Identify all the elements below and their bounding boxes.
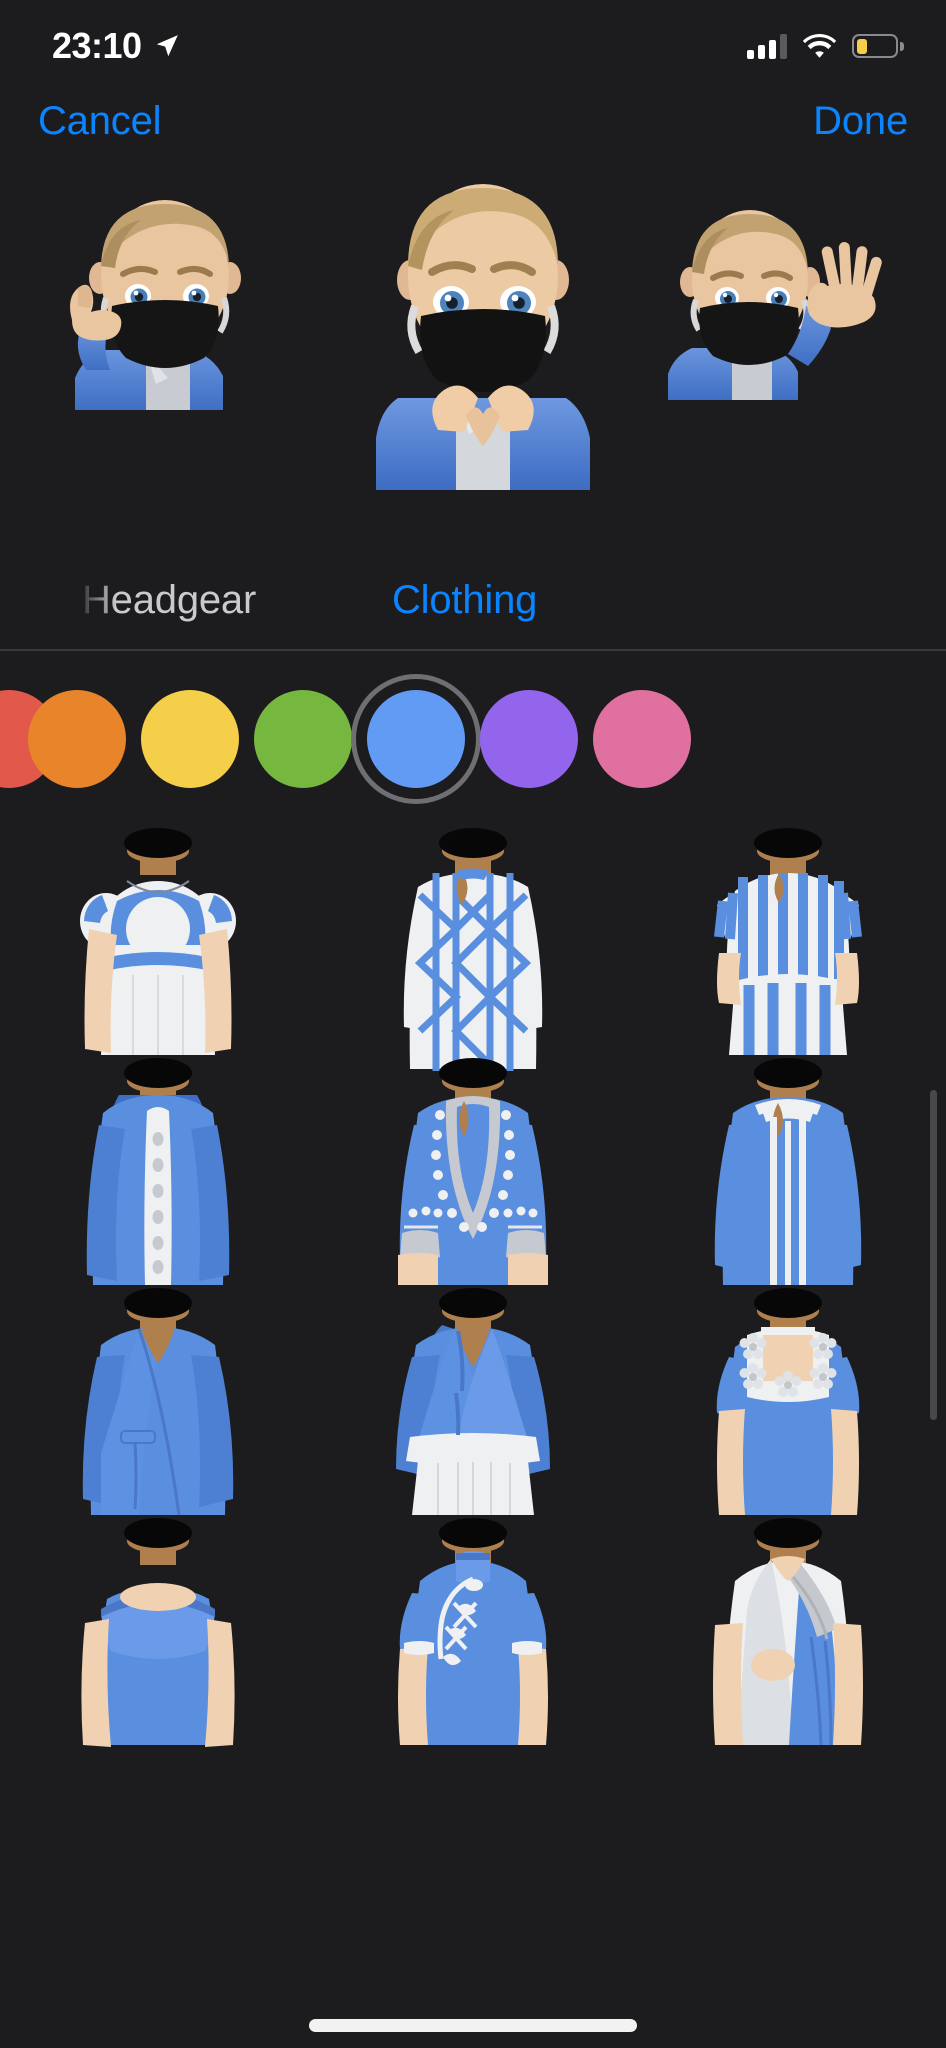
- clothing-striped-dress-thumbnail: [714, 828, 863, 1055]
- clothing-cheongsam-thumbnail: [397, 1518, 548, 1745]
- tab-headgear[interactable]: Headgear: [82, 578, 256, 623]
- clothing-belted-kimono-thumbnail: [395, 1288, 550, 1515]
- category-tab-bar: Headgear Clothing: [0, 560, 946, 640]
- cellular-bars-icon: [747, 33, 787, 59]
- clothing-kurta[interactable]: [631, 1055, 946, 1285]
- vertical-scrollbar[interactable]: [930, 1090, 937, 1420]
- done-button[interactable]: Done: [813, 96, 908, 146]
- clothing-belted-kimono[interactable]: [315, 1285, 630, 1515]
- clothing-hooded-jacket-thumbnail: [86, 1058, 229, 1285]
- color-purple-swatch[interactable]: [480, 690, 578, 788]
- cancel-button[interactable]: Cancel: [38, 96, 162, 146]
- clothing-off-shoulder-top[interactable]: [0, 1515, 315, 1747]
- memoji-waving[interactable]: [650, 180, 900, 400]
- color-orange-swatch[interactable]: [28, 690, 126, 788]
- memoji-heart-hands[interactable]: [338, 130, 628, 490]
- clothing-grid: [0, 825, 946, 1747]
- color-green-swatch[interactable]: [254, 690, 352, 788]
- clothing-grid-scroll-area[interactable]: [0, 825, 946, 2048]
- clothing-embroidered-kaftan-thumbnail: [397, 1058, 548, 1285]
- clothing-floral-dress-thumbnail: [717, 1288, 860, 1515]
- clothing-polka-dot-dress[interactable]: [0, 825, 315, 1055]
- clothing-floral-dress[interactable]: [631, 1285, 946, 1515]
- color-swatch-row[interactable]: [0, 653, 946, 825]
- clothing-polka-dot-dress-thumbnail: [79, 828, 236, 1055]
- clothing-embroidered-kaftan[interactable]: [315, 1055, 630, 1285]
- status-bar-left: 23:10: [52, 28, 180, 64]
- memoji-editor-screen: 23:10 Cancel Done Headgear Clothing: [0, 0, 946, 2048]
- home-indicator[interactable]: [309, 2019, 637, 2032]
- clothing-sari[interactable]: [631, 1515, 946, 1746]
- memoji-thumbs-up[interactable]: [28, 170, 298, 410]
- clothing-sari-thumbnail: [713, 1518, 864, 1746]
- clothing-wrap-robe[interactable]: [0, 1285, 315, 1516]
- section-divider: [0, 649, 946, 651]
- clothing-hooded-jacket[interactable]: [0, 1055, 315, 1285]
- status-bar-clock: 23:10: [52, 25, 142, 66]
- wifi-icon: [803, 33, 836, 58]
- clothing-geometric-tunic-thumbnail: [403, 828, 543, 1071]
- clothing-striped-dress[interactable]: [631, 825, 946, 1055]
- clothing-geometric-tunic[interactable]: [315, 825, 630, 1071]
- memoji-preview-stage: [0, 110, 946, 530]
- color-blue-swatch[interactable]: [367, 690, 465, 788]
- clothing-kurta-thumbnail: [715, 1058, 862, 1285]
- clothing-wrap-robe-thumbnail: [82, 1288, 233, 1516]
- tab-clothing[interactable]: Clothing: [392, 578, 537, 623]
- clothing-off-shoulder-top-thumbnail: [81, 1518, 235, 1747]
- status-bar-right: [747, 33, 904, 59]
- battery-low-icon: [852, 34, 904, 58]
- location-arrow-icon: [156, 35, 178, 57]
- color-pink-swatch[interactable]: [593, 690, 691, 788]
- status-bar: 23:10: [0, 0, 946, 92]
- clothing-cheongsam[interactable]: [315, 1515, 630, 1745]
- color-yellow-swatch[interactable]: [141, 690, 239, 788]
